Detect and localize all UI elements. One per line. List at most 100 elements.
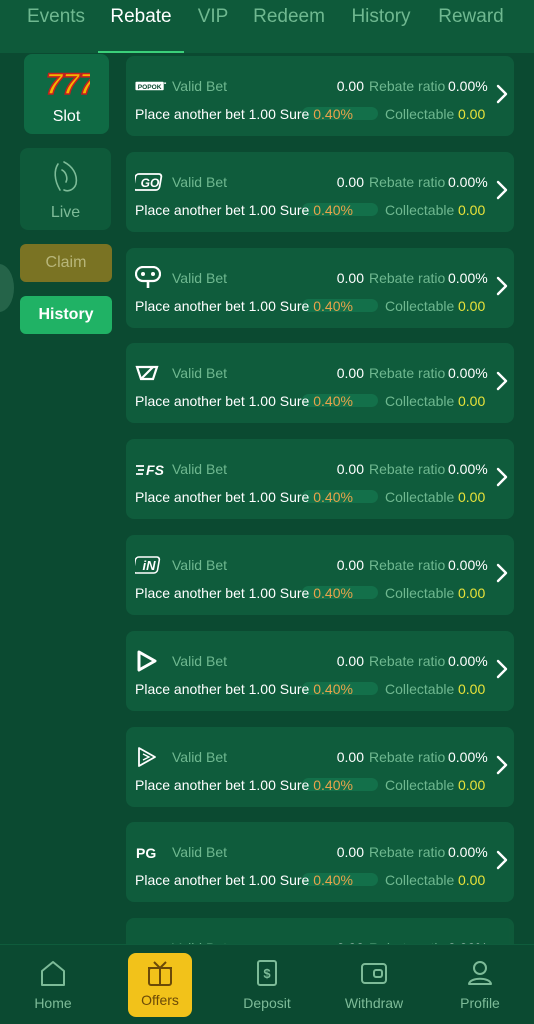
valid-bet-value: 0.00 xyxy=(336,748,364,765)
collectable-value: 0.00 xyxy=(458,776,486,793)
claim-button[interactable]: Claim xyxy=(20,244,112,282)
svg-text:777: 777 xyxy=(46,68,90,100)
rebate-ratio-label: Rebate ratio xyxy=(369,269,446,286)
rebate-ratio-label: Rebate ratio xyxy=(369,557,446,573)
home-icon xyxy=(41,961,65,986)
gamepad-logo xyxy=(135,265,167,289)
sidebar-item-slot[interactable]: 777 Slot xyxy=(24,54,109,134)
place-bet-text: Place another bet 1.00 Sure 0.40% xyxy=(135,872,353,888)
provider-rebate-card[interactable]: Valid Bet 0.00 Rebate ratio 0.00% Place anot… xyxy=(126,343,514,424)
nav-label: Profile xyxy=(460,995,500,1011)
chevron-right-icon xyxy=(496,659,508,678)
collectable-value: 0.00 xyxy=(458,872,486,889)
collectable-label: Collectable xyxy=(385,680,455,697)
chevron-right-icon xyxy=(496,180,508,199)
nav-offers[interactable]: Offers xyxy=(128,953,192,1017)
valid-bet-label: Valid Bet xyxy=(172,269,227,286)
svg-text:GO: GO xyxy=(141,176,160,190)
deposit-icon: $ xyxy=(257,960,277,986)
collectable-value: 0.00 xyxy=(458,585,486,601)
collectable-label: Collectable xyxy=(385,393,455,410)
rebate-ratio-value: 0.00% xyxy=(448,78,488,94)
nav-label: Withdraw xyxy=(344,995,404,1011)
svg-text:PG: PG xyxy=(136,845,156,860)
place-bet-prefix: Place another bet 1.00 Sure xyxy=(135,106,310,122)
sure-percent: 0.40% xyxy=(313,201,353,218)
collectable-value: 0.00 xyxy=(458,201,486,218)
tab-rebate[interactable]: Rebate xyxy=(98,0,184,53)
pg-logo: PG xyxy=(135,841,167,863)
provider-rebate-card[interactable]: PG Valid Bet 0.00 Rebate ratio 0.00% Place an… xyxy=(126,822,514,903)
rebate-ratio-value: 0.00% xyxy=(448,269,488,286)
sure-percent: 0.40% xyxy=(313,680,353,697)
collectable-value: 0.00 xyxy=(458,297,486,314)
valid-bet-label: Valid Bet xyxy=(172,652,227,669)
place-bet-prefix: Place another bet 1.00 Sure xyxy=(135,776,310,793)
sure-percent: 0.40% xyxy=(313,776,353,793)
rebate-ratio-value: 0.00% xyxy=(448,652,488,669)
rebate-ratio-label: Rebate ratio xyxy=(369,748,446,765)
rebate-ratio-value: 0.00% xyxy=(448,748,488,765)
chevron-right-icon xyxy=(496,276,508,295)
tab-redeem[interactable]: Redeem xyxy=(253,0,325,53)
valid-bet-value: 0.00 xyxy=(336,652,364,669)
play-outline-logo xyxy=(135,746,167,768)
provider-rebate-card[interactable]: Valid Bet 0.00 Rebate ratio 0.00% Place anot… xyxy=(126,247,514,328)
tab-events[interactable]: Events xyxy=(27,0,85,53)
valid-bet-label: Valid Bet xyxy=(172,78,227,94)
rebate-ratio-label: Rebate ratio xyxy=(369,652,446,669)
sure-percent: 0.40% xyxy=(313,106,353,122)
place-bet-prefix: Place another bet 1.00 Sure xyxy=(135,872,310,889)
history-button[interactable]: History xyxy=(20,296,112,334)
provider-rebate-card[interactable]: FS Valid Bet 0.00 Rebate ratio 0.00% Place an… xyxy=(126,439,514,520)
nav-deposit[interactable]: $ Deposit xyxy=(232,955,302,1017)
place-bet-text: Place another bet 1.00 Sure 0.40% xyxy=(135,393,353,409)
svg-text:$: $ xyxy=(263,966,271,981)
place-bet-text: Place another bet 1.00 Sure 0.40% xyxy=(135,681,353,697)
chevron-right-icon xyxy=(496,755,508,774)
collectable-value: 0.00 xyxy=(458,393,486,410)
tab-reward[interactable]: Reward xyxy=(438,0,503,53)
provider-rebate-card[interactable]: POPOK Valid Bet 0.00 Rebate ratio 0.00% Place… xyxy=(126,56,514,136)
place-bet-prefix: Place another bet 1.00 Sure xyxy=(135,297,310,314)
valid-bet-label: Valid Bet xyxy=(172,461,227,478)
collectable-label: Collectable xyxy=(385,872,455,889)
svg-text:iN: iN xyxy=(143,558,157,573)
rebate-ratio-value: 0.00% xyxy=(448,173,488,190)
nav-label: Home xyxy=(34,995,72,1011)
nav-home[interactable]: Home xyxy=(18,955,88,1017)
collectable-value: 0.00 xyxy=(458,680,486,697)
provider-rebate-card[interactable]: Valid Bet0.00Rebate ratio0.00% xyxy=(126,918,514,944)
collectable-label: Collectable xyxy=(385,297,455,314)
play-logo xyxy=(135,650,167,672)
provider-rebate-card[interactable]: Valid Bet 0.00 Rebate ratio 0.00% Place anot… xyxy=(126,630,514,711)
valid-bet-value: 0.00 xyxy=(336,269,364,286)
rebate-ratio-label: Rebate ratio xyxy=(369,461,446,478)
place-bet-prefix: Place another bet 1.00 Sure xyxy=(135,489,310,506)
place-bet-text: Place another bet 1.00 Sure 0.40% xyxy=(135,777,353,793)
valid-bet-value: 0.00 xyxy=(336,365,364,382)
drawer-handle[interactable] xyxy=(0,264,14,312)
sidebar-item-live[interactable]: Live xyxy=(20,148,111,230)
withdraw-icon xyxy=(361,963,387,984)
tab-history[interactable]: History xyxy=(350,0,412,53)
nav-withdraw[interactable]: Withdraw xyxy=(339,955,409,1017)
provider-rebate-card[interactable]: iN Valid Bet 0.00 Rebate ratio 0.00% Place an… xyxy=(126,535,514,615)
provider-rebate-list: POPOK Valid Bet 0.00 Rebate ratio 0.00% Place… xyxy=(126,54,514,944)
nav-profile[interactable]: Profile xyxy=(445,955,515,1017)
place-bet-prefix: Place another bet 1.00 Sure xyxy=(135,585,310,601)
provider-rebate-card[interactable]: Valid Bet 0.00 Rebate ratio 0.00% Place anot… xyxy=(126,726,514,807)
top-tabs: Events Rebate VIP Redeem History Reward xyxy=(0,0,534,53)
rebate-ratio-value: 0.00% xyxy=(448,844,488,861)
place-bet-prefix: Place another bet 1.00 Sure xyxy=(135,680,310,697)
slot-777-icon: 777 xyxy=(45,67,90,100)
chevron-right-icon xyxy=(496,84,508,104)
chevron-right-icon xyxy=(496,851,508,870)
valid-bet-value: 0.00 xyxy=(336,173,364,190)
provider-rebate-card[interactable]: GO Valid Bet 0.00 Rebate ratio 0.00% Place an… xyxy=(126,151,514,232)
rebate-ratio-label: Rebate ratio xyxy=(369,173,446,190)
rebate-ratio-value: 0.00% xyxy=(448,461,488,478)
valid-bet-value: 0.00 xyxy=(336,844,364,861)
tab-vip[interactable]: VIP xyxy=(197,0,229,53)
valid-bet-value: 0.00 xyxy=(336,78,364,94)
